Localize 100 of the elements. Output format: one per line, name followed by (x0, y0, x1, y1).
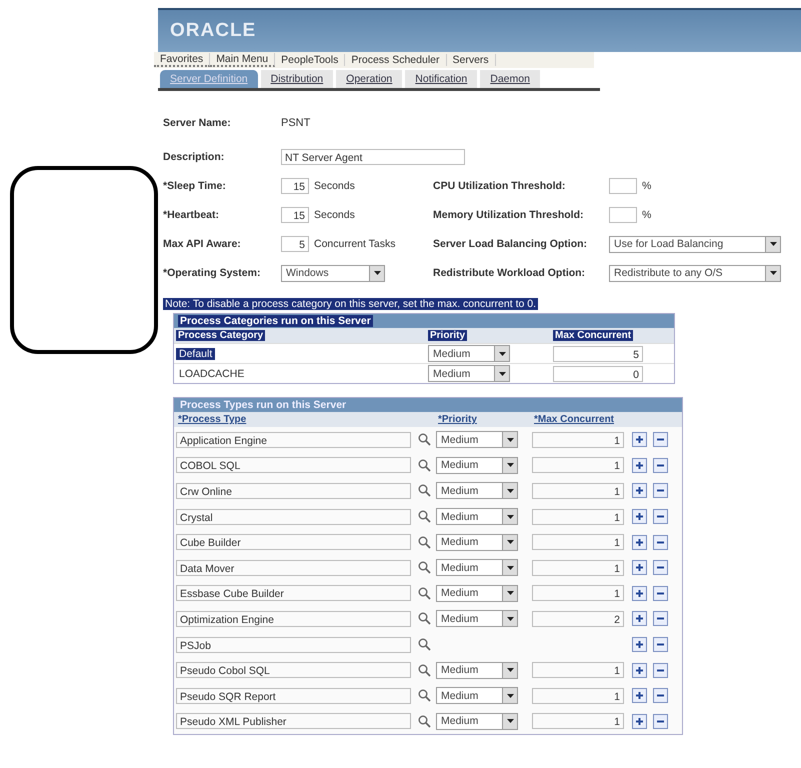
plus-icon (635, 691, 644, 700)
process-type-field[interactable]: Optimization Engine (176, 610, 411, 627)
number-field[interactable]: 15 (281, 207, 309, 223)
delete-row-button[interactable] (653, 483, 668, 498)
priority-dropdown[interactable]: Medium (436, 712, 518, 730)
process-type-field[interactable]: Data Mover (176, 560, 411, 576)
tab[interactable]: Daemon (480, 70, 540, 88)
breadcrumb-link[interactable]: Process Scheduler (345, 54, 446, 66)
priority-dropdown[interactable]: Medium (436, 456, 518, 474)
priority-dropdown[interactable]: Medium (436, 662, 518, 679)
max-concurrent-field[interactable]: 1 (532, 508, 624, 525)
number-field[interactable]: 15 (281, 178, 309, 194)
tab[interactable]: Notification (405, 70, 478, 88)
description-field[interactable]: NT Server Agent (281, 149, 465, 165)
delete-row-button[interactable] (653, 509, 668, 524)
delete-row-button[interactable] (653, 637, 668, 652)
breadcrumb-link[interactable]: Favorites (154, 53, 210, 67)
priority-dropdown[interactable]: Medium (436, 534, 518, 551)
delete-row-button[interactable] (653, 662, 668, 678)
search-icon[interactable] (418, 536, 431, 549)
priority-dropdown[interactable]: Medium (436, 584, 518, 602)
max-concurrent-field[interactable]: 2 (532, 610, 624, 627)
tab[interactable]: Operation (336, 70, 402, 88)
delete-row-button[interactable] (653, 534, 668, 550)
column-header[interactable]: *Process Type (176, 414, 248, 425)
add-row-button[interactable] (632, 534, 647, 550)
number-field[interactable]: 5 (281, 236, 309, 252)
process-type-field[interactable]: Crw Online (176, 482, 411, 499)
dropdown-arrow-icon (506, 514, 514, 519)
max-concurrent-field[interactable]: 1 (532, 662, 624, 678)
dropdown-field[interactable]: Use for Load Balancing (609, 236, 781, 252)
max-concurrent-field[interactable]: 1 (532, 457, 624, 474)
priority-dropdown[interactable]: Medium (436, 508, 518, 526)
max-concurrent-field[interactable]: 1 (532, 560, 624, 576)
max-concurrent-field[interactable]: 1 (532, 534, 624, 550)
add-row-button[interactable] (632, 662, 647, 678)
priority-dropdown[interactable]: Medium (436, 610, 518, 628)
plus-icon (635, 716, 644, 726)
add-row-button[interactable] (632, 483, 647, 498)
process-type-field[interactable]: Pseudo XML Publisher (176, 713, 411, 730)
search-icon[interactable] (418, 586, 431, 600)
add-row-button[interactable] (632, 714, 647, 729)
delete-row-button[interactable] (653, 611, 668, 626)
max-concurrent-field[interactable]: 1 (532, 585, 624, 602)
dropdown-field[interactable]: Redistribute to any O/S (609, 264, 781, 282)
number-field[interactable] (609, 178, 637, 194)
column-header[interactable]: *Max Concurrent (532, 414, 616, 425)
add-row-button[interactable] (632, 458, 647, 473)
process-type-field[interactable]: Pseudo Cobol SQL (176, 662, 411, 678)
process-type-field[interactable]: Application Engine (176, 432, 411, 448)
search-icon[interactable] (418, 664, 431, 677)
search-icon[interactable] (418, 612, 431, 626)
dropdown-arrow-icon (498, 372, 506, 376)
add-row-button[interactable] (632, 586, 647, 601)
search-icon[interactable] (418, 561, 431, 574)
add-row-button[interactable] (632, 432, 647, 448)
priority-dropdown[interactable]: Medium (428, 345, 510, 362)
process-type-field[interactable]: Cube Builder (176, 534, 411, 550)
delete-row-button[interactable] (653, 688, 668, 704)
max-concurrent-field[interactable]: 1 (532, 688, 624, 704)
priority-dropdown[interactable]: Medium (436, 559, 518, 576)
add-row-button[interactable] (632, 509, 647, 524)
column-header[interactable]: *Priority (436, 414, 479, 425)
add-row-button[interactable] (632, 560, 647, 576)
delete-row-button[interactable] (653, 560, 668, 576)
search-icon[interactable] (418, 638, 431, 652)
delete-row-button[interactable] (653, 586, 668, 601)
max-concurrent-field[interactable]: 1 (532, 432, 624, 448)
add-row-button[interactable] (632, 688, 647, 704)
dropdown-field[interactable]: Windows (281, 264, 385, 282)
delete-row-button[interactable] (653, 714, 668, 729)
add-row-button[interactable] (632, 611, 647, 626)
max-concurrent-field[interactable]: 1 (532, 482, 624, 499)
process-type-field[interactable]: PSJob (176, 636, 411, 653)
search-icon[interactable] (418, 433, 431, 446)
process-type-field[interactable]: Essbase Cube Builder (176, 585, 411, 602)
priority-dropdown[interactable]: Medium (436, 431, 518, 448)
max-concurrent-field[interactable]: 5 (553, 346, 643, 362)
max-concurrent-field[interactable]: 0 (553, 366, 643, 382)
delete-row-button[interactable] (653, 458, 668, 473)
delete-row-button[interactable] (653, 432, 668, 448)
breadcrumb-link[interactable]: Main Menu (210, 53, 276, 67)
priority-dropdown[interactable]: Medium (428, 365, 510, 382)
breadcrumb-link[interactable]: PeopleTools (275, 54, 346, 66)
search-icon[interactable] (418, 689, 431, 702)
priority-dropdown[interactable]: Medium (436, 482, 518, 500)
process-type-field[interactable]: Crystal (176, 508, 411, 525)
number-field[interactable] (609, 207, 637, 223)
search-icon[interactable] (418, 714, 431, 728)
search-icon[interactable] (418, 458, 431, 472)
process-type-field[interactable]: Pseudo SQR Report (176, 688, 411, 704)
dropdown-arrow-icon (506, 616, 514, 621)
add-row-button[interactable] (632, 637, 647, 652)
search-icon[interactable] (418, 510, 431, 524)
process-type-field[interactable]: COBOL SQL (176, 457, 411, 474)
search-icon[interactable] (418, 484, 431, 498)
breadcrumb-link[interactable]: Servers (446, 54, 496, 66)
priority-dropdown[interactable]: Medium (436, 687, 518, 704)
tab[interactable]: Distribution (260, 70, 334, 88)
max-concurrent-field[interactable]: 1 (532, 713, 624, 730)
